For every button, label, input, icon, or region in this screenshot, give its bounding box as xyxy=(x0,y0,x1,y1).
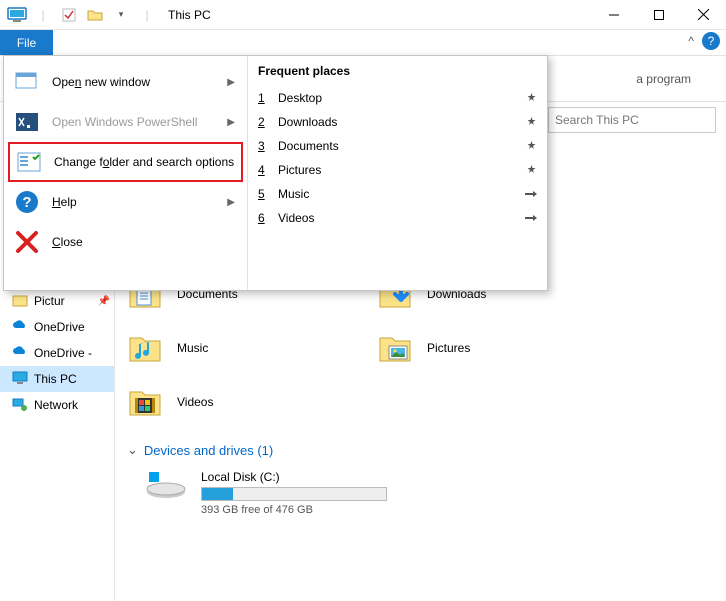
freq-number: 6 xyxy=(258,211,268,225)
freq-number: 3 xyxy=(258,139,268,153)
properties-icon[interactable] xyxy=(58,4,80,26)
submenu-arrow-icon: ▶ xyxy=(227,117,235,128)
folder-label: Pictures xyxy=(427,341,470,355)
sidebar-item-onedrive--[interactable]: OneDrive - xyxy=(0,340,114,366)
menu-icon xyxy=(14,69,40,95)
divider: | xyxy=(32,4,54,26)
new-folder-icon[interactable] xyxy=(84,4,106,26)
chevron-down-icon: ⌄ xyxy=(127,442,138,458)
minimize-button[interactable] xyxy=(591,0,636,30)
window-title: This PC xyxy=(168,8,211,22)
menu-item-label: Close xyxy=(52,235,83,249)
file-menu-help[interactable]: ? Help ▶ xyxy=(8,182,243,222)
freq-number: 1 xyxy=(258,91,268,105)
thispc-icon xyxy=(12,371,28,387)
frequent-music[interactable]: 5 Music xyxy=(258,182,537,206)
freq-label: Desktop xyxy=(278,91,322,105)
quick-access-toolbar: | ▾ | xyxy=(0,4,158,26)
menu-icon xyxy=(14,109,40,135)
submenu-arrow-icon: ▶ xyxy=(227,197,235,208)
qat-dropdown-icon[interactable]: ▾ xyxy=(110,4,132,26)
network-icon xyxy=(12,397,28,413)
file-tab[interactable]: File xyxy=(0,30,53,55)
folder-pictures[interactable]: Pictures xyxy=(377,330,627,366)
freq-number: 2 xyxy=(258,115,268,129)
file-menu-open-windows-powershell: Open Windows PowerShell ▶ xyxy=(8,102,243,142)
file-menu-close[interactable]: Close xyxy=(8,222,243,262)
svg-text:?: ? xyxy=(22,194,31,211)
section-header-devices[interactable]: ⌄ Devices and drives (1) xyxy=(127,442,714,458)
pin-icon[interactable] xyxy=(526,165,537,176)
sidebar-item-label: Network xyxy=(34,398,78,412)
search-input[interactable]: Search This PC xyxy=(548,107,716,133)
menu-item-label: Open new window xyxy=(52,75,150,89)
sidebar-item-pictur[interactable]: Pictur 📌 xyxy=(0,288,114,314)
pin-icon[interactable] xyxy=(526,93,537,104)
drive-name: Local Disk (C:) xyxy=(201,470,387,484)
pin-icon[interactable] xyxy=(526,117,537,128)
menu-icon xyxy=(16,149,42,175)
file-menu-change-folder-and-search-options[interactable]: Change folder and search options xyxy=(8,142,243,182)
folder-videos[interactable]: Videos xyxy=(127,384,377,420)
frequent-places-header: Frequent places xyxy=(258,64,537,78)
menu-item-label: Change folder and search options xyxy=(54,155,234,169)
sidebar-item-onedrive[interactable]: OneDrive xyxy=(0,314,114,340)
maximize-button[interactable] xyxy=(636,0,681,30)
sidebar-item-label: OneDrive xyxy=(34,320,85,334)
sidebar-item-label: Pictur xyxy=(34,294,65,308)
drive-item[interactable]: Local Disk (C:) 393 GB free of 476 GB xyxy=(145,470,714,516)
onedrive-icon xyxy=(12,345,28,361)
submenu-arrow-icon: ▶ xyxy=(227,77,235,88)
sidebar-item-label: OneDrive - xyxy=(34,346,92,360)
sidebar-item-this-pc[interactable]: This PC xyxy=(0,366,114,392)
pictures-icon xyxy=(12,293,28,309)
menu-icon: ? xyxy=(14,189,40,215)
drive-free-text: 393 GB free of 476 GB xyxy=(201,504,387,516)
music-icon xyxy=(127,330,163,366)
freq-label: Pictures xyxy=(278,163,321,177)
drive-icon xyxy=(145,470,187,502)
freq-label: Music xyxy=(278,187,309,201)
section-header-label: Devices and drives (1) xyxy=(144,443,273,458)
sidebar-item-label: This PC xyxy=(34,372,77,386)
menu-item-label: Open Windows PowerShell xyxy=(52,115,197,129)
freq-label: Downloads xyxy=(278,115,337,129)
menu-icon xyxy=(14,229,40,255)
unpin-icon[interactable] xyxy=(525,213,537,223)
ribbon: File ^ ? xyxy=(0,30,726,56)
freq-number: 4 xyxy=(258,163,268,177)
frequent-downloads[interactable]: 2 Downloads xyxy=(258,110,537,134)
folder-label: Videos xyxy=(177,395,213,409)
freq-label: Documents xyxy=(278,139,339,153)
ribbon-collapse-icon[interactable]: ^ xyxy=(688,34,694,48)
frequent-desktop[interactable]: 1 Desktop xyxy=(258,86,537,110)
pin-icon[interactable] xyxy=(526,141,537,152)
drive-capacity-bar xyxy=(201,487,387,501)
thispc-icon xyxy=(6,4,28,26)
frequent-documents[interactable]: 3 Documents xyxy=(258,134,537,158)
unpin-icon[interactable] xyxy=(525,189,537,199)
videos-icon xyxy=(127,384,163,420)
folder-label: Music xyxy=(177,341,208,355)
file-menu-open-new-window[interactable]: Open new window ▶ xyxy=(8,62,243,102)
menu-item-label: Help xyxy=(52,195,77,209)
sidebar-item-network[interactable]: Network xyxy=(0,392,114,418)
close-button[interactable] xyxy=(681,0,726,30)
search-placeholder: Search This PC xyxy=(555,113,639,127)
freq-number: 5 xyxy=(258,187,268,201)
info-text: a program xyxy=(636,72,691,86)
titlebar: | ▾ | This PC xyxy=(0,0,726,30)
folder-music[interactable]: Music xyxy=(127,330,377,366)
pictures-icon xyxy=(377,330,413,366)
onedrive-icon xyxy=(12,319,28,335)
file-menu: Open new window ▶ Open Windows PowerShell ▶… xyxy=(3,55,548,291)
frequent-videos[interactable]: 6 Videos xyxy=(258,206,537,230)
pin-icon: 📌 xyxy=(98,296,110,307)
freq-label: Videos xyxy=(278,211,314,225)
help-icon[interactable]: ? xyxy=(702,32,720,50)
frequent-pictures[interactable]: 4 Pictures xyxy=(258,158,537,182)
divider: | xyxy=(136,4,158,26)
